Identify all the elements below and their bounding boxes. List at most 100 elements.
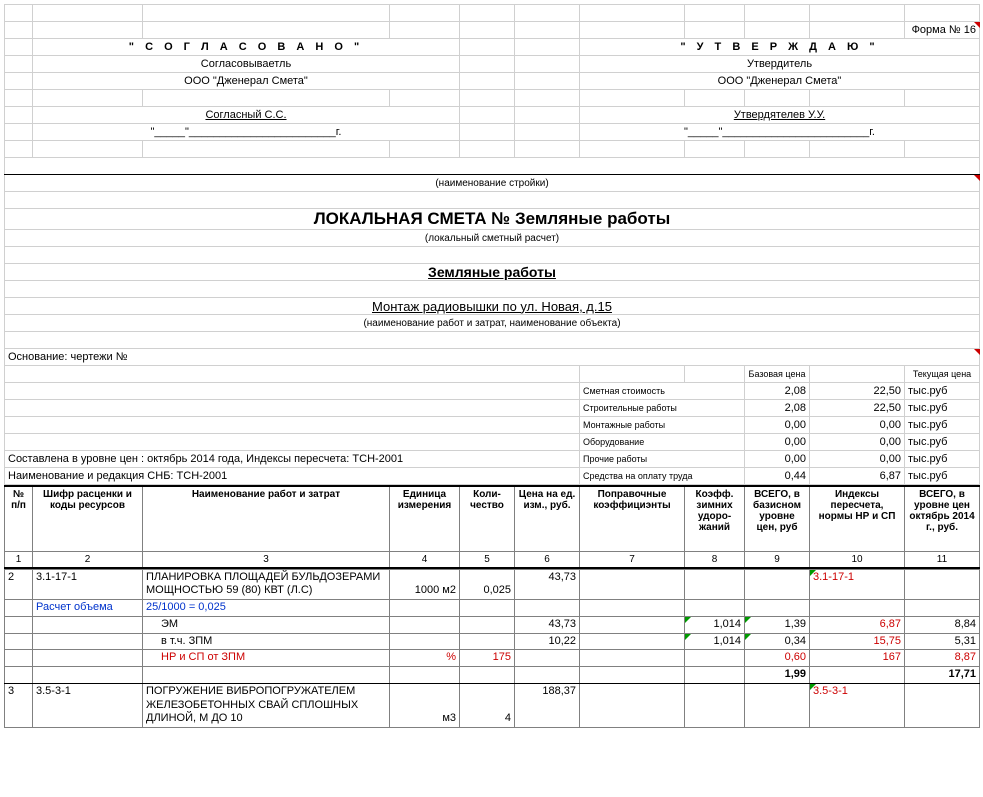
sum-base-1: 2,08 [745,400,810,417]
th-8: Коэфф. зимних удоро-жаний [685,486,745,551]
th-10: Индексы пересчета, нормы НР и СП [810,486,905,551]
approve-left-name: Согласный С.С. [33,107,460,124]
sum-base-5: 0,44 [745,468,810,485]
object-name: Монтаж радиовышки по ул. Новая, д.15 [5,298,980,315]
sum-cur-2: 0,00 [810,417,905,434]
table-row: в т.ч. ЗПМ 10,22 1,014 0,34 15,75 5,31 [5,633,980,650]
object-label: (наименование работ и затрат, наименован… [5,315,980,332]
approve-left-title: " С О Г Л А С О В А Н О " [33,39,460,56]
sum-cur-3: 0,00 [810,434,905,451]
volume-calc-label: Расчет объема [33,600,143,617]
colnum-11: 11 [905,551,980,568]
colnum-3: 3 [143,551,390,568]
tot-base: 1,99 [745,667,810,684]
row-idx: 15,75 [810,633,905,650]
row-idx: 3.1-17-1 [810,569,905,600]
sum-label-5: Средства на оплату труда [580,468,745,485]
colnum-5: 5 [460,551,515,568]
row-base: 0,34 [745,633,810,650]
row-n: 3 [5,683,33,727]
main-title: ЛОКАЛЬНАЯ СМЕТА № Земляные работы [5,209,980,230]
row-coef: 1,014 [685,616,745,633]
sum-cur-0: 22,50 [810,383,905,400]
doc-header-grid: Форма № 16 " С О Г Л А С О В А Н О " " У… [4,4,980,485]
approve-right-title: " У Т В Е Р Ж Д А Ю " [580,39,980,56]
row-unit: 1000 м2 [390,569,460,600]
row-coef: 1,014 [685,633,745,650]
tot-cur: 17,71 [905,667,980,684]
row-name: НР и СП от ЗПМ [143,650,390,667]
colnum-1: 1 [5,551,33,568]
table-row: 3 3.5-3-1 ПОГРУЖЕНИЕ ВИБРОПОГРУЖАТЕЛЕМ Ж… [5,683,980,727]
sum-label-2: Монтажные работы [580,417,745,434]
table-row-total: 1,99 17,71 [5,667,980,684]
sum-unit-2: тыс.руб [905,417,980,434]
sum-base-2: 0,00 [745,417,810,434]
row-idx: 167 [810,650,905,667]
approve-left-date: "_____"________________________г. [33,124,460,141]
sum-unit-0: тыс.руб [905,383,980,400]
estimate-table-body: 2 3.1-17-1 ПЛАНИРОВКА ПЛОЩАДЕЙ БУЛЬДОЗЕР… [4,569,980,729]
approve-right-date: "_____"________________________г. [580,124,980,141]
colnum-9: 9 [745,551,810,568]
snb-note: Наименование и редакция СНБ: ТСН-2001 [5,468,580,485]
row-name: ЭМ [143,616,390,633]
th-4: Единица измерения [390,486,460,551]
th-1: № п/п [5,486,33,551]
colnum-10: 10 [810,551,905,568]
row-unit: % [390,650,460,667]
row-qty: 175 [460,650,515,667]
row-code: 3.1-17-1 [33,569,143,600]
row-base: 0,60 [745,650,810,667]
sum-unit-1: тыс.руб [905,400,980,417]
approve-right-role: Утвердитель [580,56,980,73]
sum-label-0: Сметная стоимость [580,383,745,400]
th-3: Наименование работ и затрат [143,486,390,551]
row-n: 2 [5,569,33,600]
price-header-base: Базовая цена [745,366,810,383]
th-2: Шифр расценки и коды ресурсов [33,486,143,551]
sum-cur-4: 0,00 [810,451,905,468]
row-unit: м3 [390,683,460,727]
row-base: 1,39 [745,616,810,633]
sum-unit-3: тыс.руб [905,434,980,451]
table-row: 2 3.1-17-1 ПЛАНИРОВКА ПЛОЩАДЕЙ БУЛЬДОЗЕР… [5,569,980,600]
row-idx: 3.5-3-1 [810,683,905,727]
construction-name-label: (наименование стройки) [5,175,980,192]
work-title: Земляные работы [5,264,980,281]
table-row: Расчет объема 25/1000 = 0,025 [5,600,980,617]
approve-right-name: Утвердятелев У.У. [580,107,980,124]
colnum-2: 2 [33,551,143,568]
th-11: ВСЕГО, в уровне цен октябрь 2014 г., руб… [905,486,980,551]
sum-base-3: 0,00 [745,434,810,451]
sum-cur-1: 22,50 [810,400,905,417]
sum-unit-4: тыс.руб [905,451,980,468]
row-price: 10,22 [515,633,580,650]
main-subtitle: (локальный сметный расчет) [5,230,980,247]
row-name: в т.ч. ЗПМ [143,633,390,650]
sum-label-4: Прочие работы [580,451,745,468]
row-code: 3.5-3-1 [33,683,143,727]
row-tot: 8,87 [905,650,980,667]
price-header-cur: Текущая цена [905,366,980,383]
row-name: ПЛАНИРОВКА ПЛОЩАДЕЙ БУЛЬДОЗЕРАМИ МОЩНОСТ… [143,569,390,600]
th-9: ВСЕГО, в базисном уровне цен, руб [745,486,810,551]
approve-left-role: Согласовываетль [33,56,460,73]
row-name: ПОГРУЖЕНИЕ ВИБРОПОГРУЖАТЕЛЕМ ЖЕЛЕЗОБЕТОН… [143,683,390,727]
approve-right-org: ООО "Дженерал Смета" [580,73,980,90]
sum-label-1: Строительные работы [580,400,745,417]
row-price: 188,37 [515,683,580,727]
estimate-table-header: № п/п Шифр расценки и коды ресурсов Наим… [4,485,980,569]
colnum-4: 4 [390,551,460,568]
sum-unit-5: тыс.руб [905,468,980,485]
sum-cur-5: 6,87 [810,468,905,485]
sum-base-0: 2,08 [745,383,810,400]
sum-base-4: 0,00 [745,451,810,468]
th-5: Коли-чество [460,486,515,551]
row-qty: 0,025 [460,569,515,600]
basis: Основание: чертежи № [5,349,980,366]
colnum-6: 6 [515,551,580,568]
volume-calc-formula: 25/1000 = 0,025 [143,600,390,617]
row-tot: 5,31 [905,633,980,650]
th-6: Цена на ед. изм., руб. [515,486,580,551]
